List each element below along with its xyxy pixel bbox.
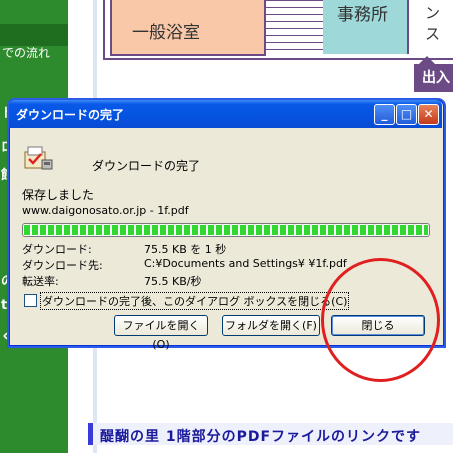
status-text: 保存しました	[22, 188, 95, 202]
info-value-destination: C:¥Documents and Settings¥ ¥1f.pdf	[144, 257, 347, 270]
close-on-complete-checkbox[interactable]	[24, 294, 37, 307]
open-file-button[interactable]: ファイルを開く(O)	[114, 315, 208, 351]
entrance-arrow-icon	[419, 56, 435, 64]
entrance-label: 出入	[414, 64, 453, 92]
stairs	[266, 0, 325, 54]
dialog-heading: ダウンロードの完了	[92, 159, 201, 173]
minimize-button[interactable]: _	[374, 104, 395, 125]
info-label-destination: ダウンロード先:	[22, 259, 103, 272]
info-value-rate: 75.5 KB/秒	[144, 275, 202, 288]
open-folder-button[interactable]: フォルダを開く(F)	[222, 315, 320, 336]
close-on-complete-label[interactable]: ダウンロードの完了後、このダイアログ ボックスを閉じる(C)	[40, 292, 350, 310]
info-label-rate: 転送率:	[22, 275, 59, 288]
window-close-button[interactable]: ✕	[418, 104, 439, 125]
info-value-downloaded: 75.5 KB を 1 秒	[144, 243, 227, 256]
progress-bar	[22, 223, 430, 237]
info-label-downloaded: ダウンロード:	[22, 243, 92, 256]
sidebar-item-flow[interactable]: での流れ	[2, 44, 50, 61]
room-office-label: 事務所	[337, 5, 388, 25]
progress-fill	[24, 225, 428, 235]
pdf-link[interactable]: 醍醐の里 1階部分のPDFファイルのリンクです	[100, 426, 421, 446]
room-bath-label: 一般浴室	[132, 23, 200, 43]
room-right-label: ンス	[425, 4, 441, 43]
maximize-button[interactable]: □	[396, 104, 417, 125]
sidebar-mark[interactable]: t	[1, 298, 7, 313]
sidebar-active-item[interactable]	[0, 24, 68, 46]
dialog-title: ダウンロードの完了	[16, 108, 125, 122]
highlight-circle	[321, 258, 440, 382]
download-complete-icon	[24, 146, 53, 170]
download-url: www.daigonosato.or.jp - 1f.pdf	[22, 204, 189, 217]
